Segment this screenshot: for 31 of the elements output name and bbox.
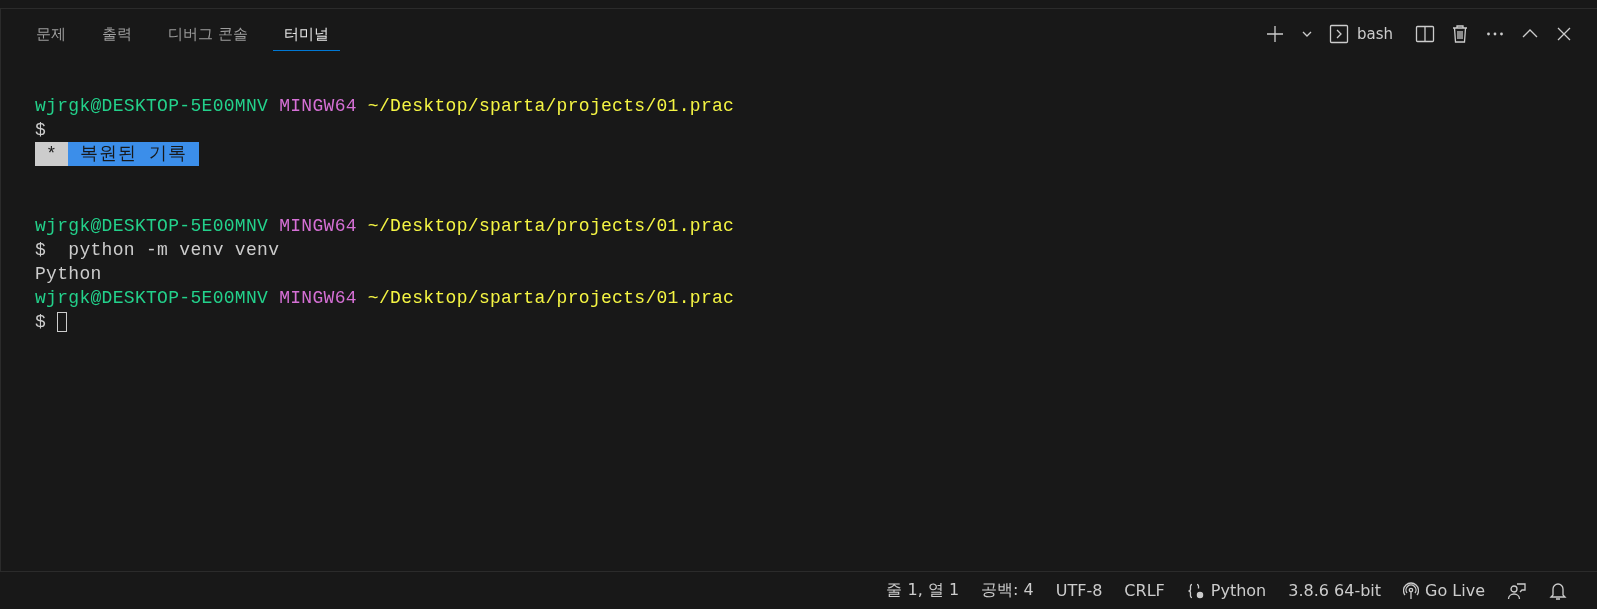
- terminal-text: $: [35, 311, 47, 334]
- language-status[interactable]: Python: [1178, 579, 1275, 602]
- prompt-path: ~/Desktop/sparta/projects/01.prac: [367, 287, 735, 310]
- prompt-path: ~/Desktop/sparta/projects/01.prac: [367, 95, 735, 118]
- history-marker: *: [35, 142, 69, 166]
- terminal-text: $ python -m venv venv: [35, 239, 280, 262]
- panel-tab[interactable]: 출력: [91, 17, 143, 51]
- panel-tab[interactable]: 디버그 콘솔: [157, 17, 259, 51]
- panel-tab[interactable]: 터미널: [272, 17, 340, 51]
- terminal-cursor: [57, 312, 68, 332]
- terminal-text: $: [35, 119, 47, 142]
- shell-button[interactable]: bash: [1326, 22, 1395, 46]
- prompt-path: ~/Desktop/sparta/projects/01.prac: [367, 215, 735, 238]
- prompt-host: MINGW64: [279, 287, 357, 310]
- status-item[interactable]: CRLF: [1116, 579, 1173, 602]
- terminal-text: Python: [35, 263, 102, 286]
- prompt-user: wjrgk@DESKTOP-5E00MNV: [35, 95, 269, 118]
- prompt-host: MINGW64: [279, 95, 357, 118]
- terminal-icon: [1328, 24, 1349, 44]
- status-item[interactable]: 3.8.6 64-bit: [1280, 579, 1390, 602]
- broadcast-icon: [1403, 581, 1420, 600]
- history-banner: 복원된 기록: [68, 142, 199, 166]
- prompt-user: wjrgk@DESKTOP-5E00MNV: [35, 215, 269, 238]
- go-live-button[interactable]: Go Live: [1395, 579, 1493, 602]
- braces-icon: [1186, 582, 1205, 599]
- panel-tab[interactable]: 문제: [25, 17, 77, 51]
- status-item[interactable]: 공백: 4: [973, 578, 1042, 603]
- status-item[interactable]: UTF-8: [1047, 579, 1111, 602]
- prompt-host: MINGW64: [279, 215, 357, 238]
- status-item[interactable]: 줄 1, 열 1: [878, 578, 968, 603]
- prompt-user: wjrgk@DESKTOP-5E00MNV: [35, 287, 269, 310]
